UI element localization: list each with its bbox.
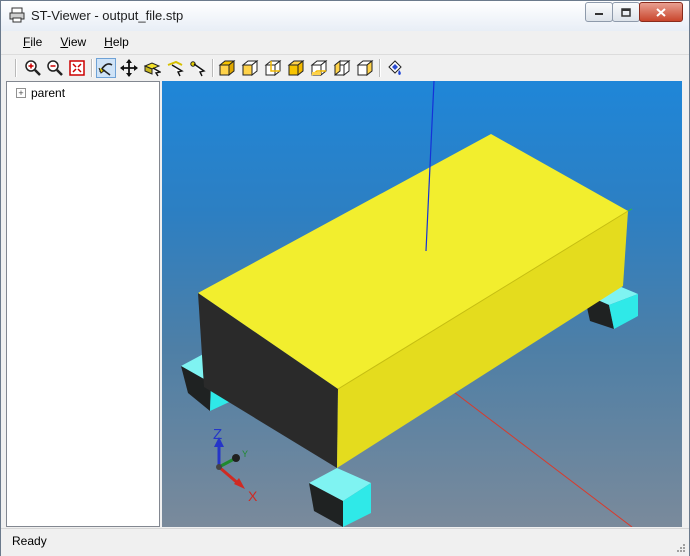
menu-file[interactable]: File [14, 31, 51, 53]
restore-icon [621, 7, 631, 17]
select-vertex-button[interactable] [188, 58, 208, 78]
pan-button[interactable] [119, 58, 139, 78]
zoom-in-button[interactable] [23, 58, 43, 78]
view-bottom-button[interactable] [309, 58, 329, 78]
menu-help[interactable]: Help [95, 31, 138, 53]
menu-help-accel: H [104, 35, 113, 49]
tree-expander[interactable]: + [16, 88, 26, 98]
menu-view-accel: V [60, 35, 69, 49]
rotate-button[interactable] [96, 58, 116, 78]
view-top-button[interactable] [286, 58, 306, 78]
view-top-icon [287, 59, 305, 77]
status-bar: Ready [1, 528, 689, 556]
view-right-button[interactable] [355, 58, 375, 78]
shading-button[interactable] [385, 58, 405, 78]
minimize-icon [595, 13, 603, 15]
view-bottom-icon [310, 59, 328, 77]
scene: Z Y X [181, 81, 638, 527]
view-iso-button[interactable] [217, 58, 237, 78]
tree-item-parent[interactable]: + parent [16, 86, 65, 100]
close-icon [656, 7, 666, 17]
restore-button[interactable] [612, 2, 640, 22]
axis-triad [214, 437, 245, 489]
tree-item-label: parent [31, 86, 66, 100]
close-button[interactable] [639, 2, 683, 22]
view-left-icon [333, 59, 351, 77]
toolbar-separator [91, 59, 93, 77]
rotate-icon [98, 63, 113, 76]
zoom-out-button[interactable] [45, 58, 65, 78]
toolbar-separator [15, 59, 17, 77]
menu-bar: File View Help [1, 31, 689, 53]
resize-grip-icon[interactable] [674, 541, 686, 553]
select-edge-button[interactable] [165, 58, 185, 78]
model-tree[interactable]: + parent [6, 81, 160, 527]
view-back-icon [264, 59, 282, 77]
shading-icon [388, 60, 402, 75]
menu-help-label: elp [112, 35, 129, 49]
toolbar-separator [212, 59, 214, 77]
select-face-icon [143, 62, 161, 77]
view-right-icon [356, 59, 374, 77]
zoom-in-icon [25, 60, 41, 76]
window-title: ST-Viewer - output_file.stp [31, 8, 184, 23]
select-vertex-icon [190, 61, 206, 77]
toolbar [1, 54, 689, 81]
toolbar-separator [379, 59, 381, 77]
app-icon [9, 7, 25, 23]
zoom-out-icon [47, 60, 63, 76]
view-left-button[interactable] [332, 58, 352, 78]
view-iso-icon [218, 59, 236, 77]
triad-x-label: X [248, 488, 258, 504]
select-face-button[interactable] [142, 58, 162, 78]
status-text: Ready [12, 534, 47, 548]
menu-view-label: iew [68, 35, 87, 49]
x-axis-line [441, 382, 633, 527]
view-front-icon [241, 59, 259, 77]
view-back-button[interactable] [263, 58, 283, 78]
title-bar[interactable]: ST-Viewer - output_file.stp [1, 1, 689, 31]
fit-all-button[interactable] [67, 58, 87, 78]
menu-file-label: ile [30, 35, 43, 49]
minimize-button[interactable] [585, 2, 613, 22]
application-window: ST-Viewer - output_file.stp File View He… [0, 0, 690, 556]
fit-all-icon [69, 60, 85, 76]
3d-viewport[interactable]: Z Y X [162, 81, 682, 527]
triad-y-label: Y [242, 449, 248, 459]
pan-icon [120, 59, 138, 77]
menu-view[interactable]: View [51, 31, 95, 53]
triad-z-label: Z [213, 426, 222, 443]
select-edge-icon [167, 60, 184, 77]
view-front-button[interactable] [240, 58, 260, 78]
